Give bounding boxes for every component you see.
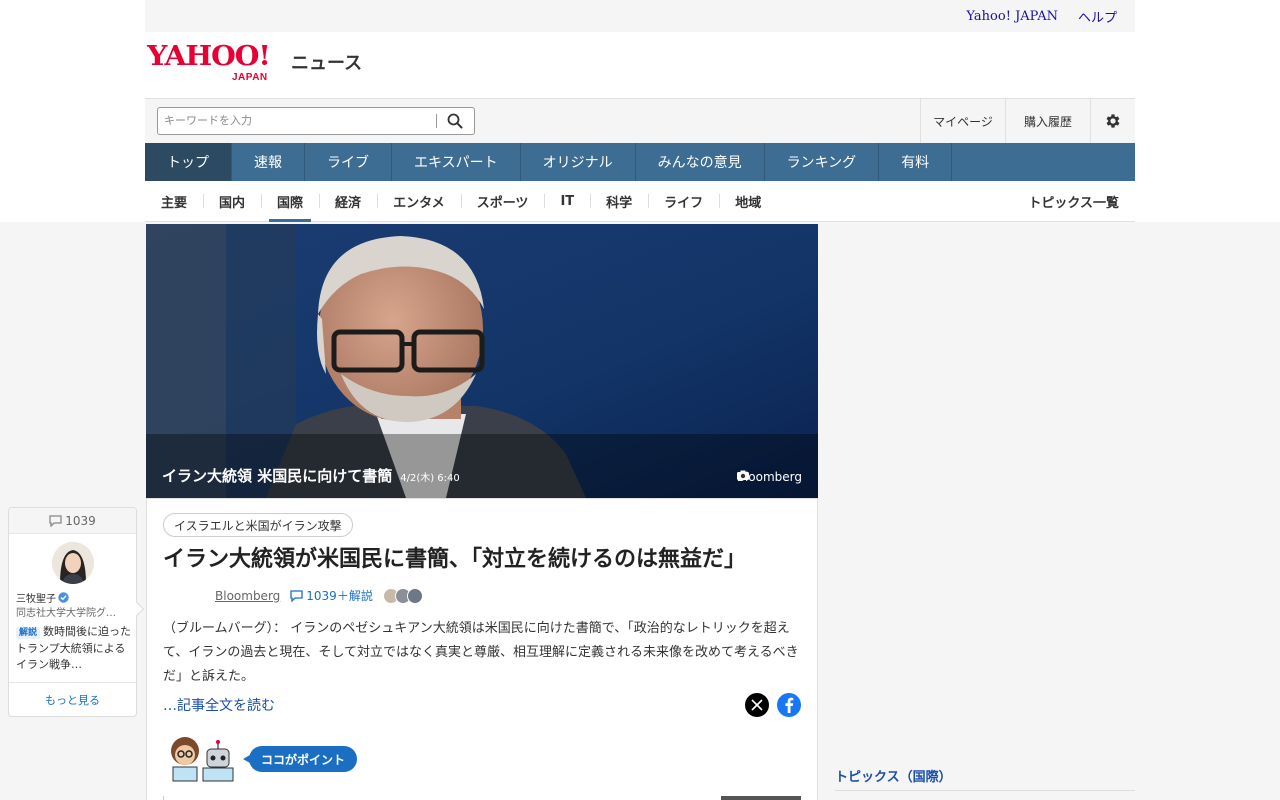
hero-image[interactable]: イラン大統領 米国民に向けて書簡 4/2(木) 6:40 Bloomberg [146,224,818,498]
article-summary: （ブルームバーグ）： イランのペゼシュキアン大統領は米国民に向けた書簡で、「政治… [163,621,799,684]
gear-icon [1106,114,1120,128]
header: Yahoo! JAPAN ヘルプ YAHOO! JAPAN ニュース マイページ… [145,0,1135,222]
comment-icon [49,514,62,527]
divider [163,796,164,800]
comment-widget: 1039 三牧聖子 同志社大学大学院グ… 解説 数時間後に迫ったトランプ大統領によ… [8,507,145,717]
facebook-icon [785,697,794,713]
search-box [157,107,475,135]
search-icon [447,113,463,129]
category-international[interactable]: 国際 [261,181,319,222]
category-it[interactable]: IT [544,181,590,222]
category-economy[interactable]: 経済 [319,181,377,222]
nav-live[interactable]: ライブ [305,143,392,181]
help-link[interactable]: ヘルプ [1078,7,1117,26]
explanation-badge: 解説 [16,627,41,639]
divider [835,790,1135,791]
verified-icon [58,592,69,603]
article-headline[interactable]: イラン大統領が米国民に書簡、「対立を続けるのは無益だ」 [163,543,803,576]
category-science[interactable]: 科学 [590,181,648,222]
comments-link[interactable]: 1039＋解説 [290,587,373,604]
search-button[interactable] [437,108,473,134]
nav-expert[interactable]: エキスパート [392,143,521,181]
purchase-history-link[interactable]: 購入履歴 [1005,99,1090,143]
yahoo-japan-link[interactable]: Yahoo! JAPAN [966,9,1058,24]
nav-original[interactable]: オリジナル [521,143,636,181]
category-sports[interactable]: スポーツ [460,181,545,222]
share-buttons [745,693,801,717]
comment-widget-header[interactable]: 1039 [9,508,136,534]
avatar[interactable] [52,542,94,584]
category-life[interactable]: ライフ [648,181,719,222]
expert-name[interactable]: 三牧聖子 [16,590,69,605]
key-point-section: ココがポイント [163,735,358,783]
nav-top[interactable]: トップ [145,143,232,181]
topics-list-link[interactable]: トピックス一覧 [1028,181,1119,222]
hero-caption: イラン大統領 米国民に向けて書簡 4/2(木) 6:40 [162,465,460,486]
search-input[interactable] [158,108,436,134]
comment-icon [290,589,303,602]
settings-button[interactable] [1090,99,1135,143]
hero-title: イラン大統領 米国民に向けて書簡 [162,467,393,485]
comments-count: 1039＋解説 [306,589,373,603]
main-nav: トップ 速報 ライブ エキスパート オリジナル みんなの意見 ランキング 有料 [145,143,1135,181]
account-links: マイページ 購入履歴 [920,99,1135,143]
search-row: マイページ 購入履歴 [145,98,1135,143]
x-icon [751,699,763,711]
photo-credit: Bloomberg [736,470,802,484]
expert-photo [52,542,94,584]
category-domestic[interactable]: 国内 [203,181,261,222]
hero-photo [146,224,818,498]
nav-ranking[interactable]: ランキング [765,143,880,181]
expert-affiliation: 同志社大学大学院グ… [16,608,116,619]
share-x-button[interactable] [745,693,769,717]
read-more-link[interactable]: …記事全文を読む [163,695,275,715]
article-source[interactable]: Bloomberg [215,589,280,603]
mypage-link[interactable]: マイページ [920,99,1005,143]
topic-tag[interactable]: イスラエルと米国がイラン攻撃 [163,513,353,537]
yahoo-news-logo[interactable]: YAHOO! JAPAN ニュース [147,41,362,85]
article-card: イスラエルと米国がイラン攻撃 イラン大統領が米国民に書簡、「対立を続けるのは無益… [146,498,818,800]
camera-icon [736,470,749,480]
comment-count: 1039 [65,513,96,528]
category-nav: 主要 国内 国際 経済 エンタメ スポーツ IT 科学 ライフ 地域 トピックス… [145,181,1135,222]
logo-service: ニュース [291,53,363,74]
mascot-icon [171,737,234,782]
expert-comment[interactable]: 解説 数時間後に迫ったトランプ大統領によるイラン戦争… [16,624,132,673]
right-topics-heading[interactable]: トピックス（国際） [835,766,1135,785]
category-entertainment[interactable]: エンタメ [377,181,461,222]
nav-opinion[interactable]: みんなの意見 [636,143,765,181]
utility-bar: Yahoo! JAPAN ヘルプ [145,0,1135,32]
article-byline: Bloomberg 1039＋解説 [215,587,423,604]
nav-breaking[interactable]: 速報 [232,143,305,181]
expert-name-text: 三牧聖子 [16,594,56,605]
category-main[interactable]: 主要 [145,181,203,222]
avatar [406,587,423,604]
expert-avatars [382,587,423,604]
category-local[interactable]: 地域 [719,181,777,222]
widget-pointer [129,601,145,617]
logo-row: YAHOO! JAPAN ニュース [145,32,1135,98]
see-more-link[interactable]: もっと見る [9,682,136,716]
nav-paid[interactable]: 有料 [879,143,953,181]
logo-brand: YAHOO! [147,41,271,72]
logo-sub: JAPAN [232,72,268,83]
key-point-label[interactable]: ココがポイント [242,746,358,772]
share-facebook-button[interactable] [777,693,801,717]
hero-date: 4/2(木) 6:40 [400,473,460,484]
related-thumbnail[interactable] [721,796,801,800]
